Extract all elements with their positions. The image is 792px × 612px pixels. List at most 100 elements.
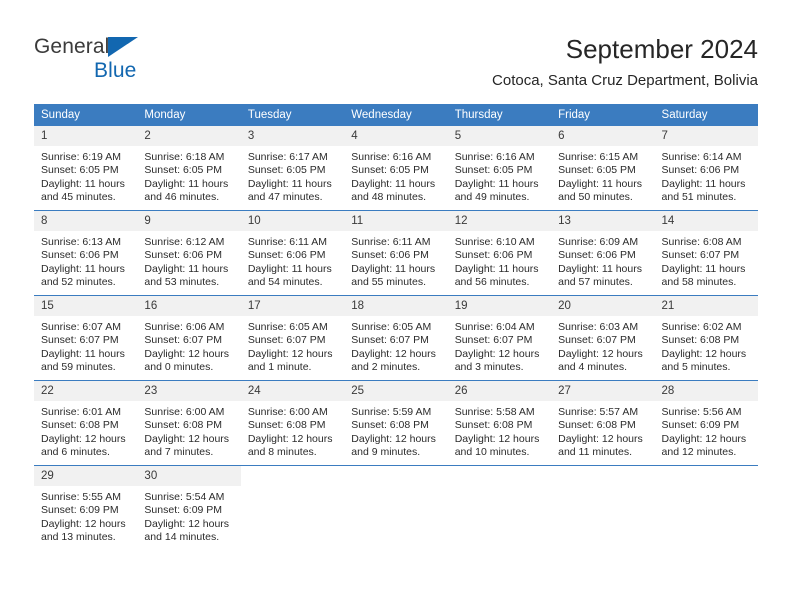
- daylight-text-line2: and 54 minutes.: [247, 276, 323, 289]
- day-number: 6: [551, 126, 655, 146]
- general-blue-logo[interactable]: General Blue: [34, 36, 234, 88]
- day-number: 18: [344, 296, 448, 316]
- daylight-text-line2: and 45 minutes.: [41, 191, 116, 204]
- calendar-day-cell[interactable]: 4 Sunrise: 6:16 AM Sunset: 6:05 PM Daylight…: [344, 126, 448, 211]
- sunset-text: Sunset: 6:08 PM: [351, 419, 429, 432]
- calendar-day-cell[interactable]: 28 Sunrise: 5:56 AM Sunset: 6:09 PM Dayligh…: [654, 380, 758, 466]
- sunrise-text: Sunrise: 6:07 AM: [41, 321, 121, 333]
- triangle-icon: [108, 37, 138, 57]
- day-details: Sunrise: 6:16 AM Sunset: 6:05 PM Daylight:…: [344, 146, 447, 205]
- calendar-day-cell[interactable]: 10 Sunrise: 6:11 AM Sunset: 6:06 PM Dayligh…: [240, 210, 345, 296]
- daylight-text-line1: Daylight: 11 hours: [558, 262, 642, 275]
- day-number: 22: [34, 381, 138, 401]
- sunrise-text: Sunrise: 6:15 AM: [558, 151, 639, 163]
- calendar-week-row: 8 Sunrise: 6:13 AM Sunset: 6:06 PM Daylight…: [34, 210, 758, 296]
- page-header: General Blue September 2024 Cotoca, Sant…: [0, 0, 792, 100]
- weekday-header-monday: Monday: [137, 104, 241, 126]
- sunrise-text: Sunrise: 6:14 AM: [661, 151, 742, 163]
- daylight-text-line1: Daylight: 12 hours: [144, 347, 230, 360]
- daylight-text-line2: and 57 minutes.: [558, 276, 633, 289]
- daylight-text-line1: Daylight: 11 hours: [41, 347, 125, 360]
- day-details: Sunrise: 6:13 AM Sunset: 6:06 PM Daylight:…: [34, 231, 137, 290]
- logo-text-general-row: General: [34, 36, 234, 59]
- sunrise-text: Sunrise: 6:13 AM: [41, 236, 121, 248]
- calendar-day-cell[interactable]: 24 Sunrise: 6:00 AM Sunset: 6:08 PM Dayligh…: [240, 380, 345, 466]
- daylight-text-line2: and 59 minutes.: [41, 361, 116, 374]
- calendar-day-cell[interactable]: 13 Sunrise: 6:09 AM Sunset: 6:06 PM Dayligh…: [551, 210, 655, 296]
- calendar-week-row: 22 Sunrise: 6:01 AM Sunset: 6:08 PM Dayligh…: [34, 380, 758, 466]
- calendar-day-cell[interactable]: 30 Sunrise: 5:54 AM Sunset: 6:09 PM Dayligh…: [137, 465, 241, 550]
- day-details: Sunrise: 6:06 AM Sunset: 6:07 PM Daylight:…: [137, 316, 240, 375]
- day-details: Sunrise: 6:00 AM Sunset: 6:08 PM Daylight:…: [137, 401, 240, 460]
- calendar-day-cell[interactable]: 25 Sunrise: 5:59 AM Sunset: 6:08 PM Dayligh…: [344, 380, 448, 466]
- calendar-day-cell[interactable]: 14 Sunrise: 6:08 AM Sunset: 6:07 PM Dayligh…: [654, 210, 758, 296]
- calendar-day-cell[interactable]: 22 Sunrise: 6:01 AM Sunset: 6:08 PM Dayligh…: [34, 380, 138, 466]
- sunset-text: Sunset: 6:05 PM: [454, 164, 533, 177]
- daylight-text-line1: Daylight: 12 hours: [454, 347, 540, 360]
- daylight-text-line2: and 13 minutes.: [41, 531, 116, 544]
- calendar-day-cell[interactable]: 16 Sunrise: 6:06 AM Sunset: 6:07 PM Dayligh…: [137, 295, 241, 381]
- sunrise-text: Sunrise: 6:12 AM: [144, 236, 225, 248]
- daylight-text-line2: and 2 minutes.: [351, 361, 421, 374]
- weekday-header-friday: Friday: [551, 104, 655, 126]
- day-details: Sunrise: 5:54 AM Sunset: 6:09 PM Daylight:…: [137, 486, 240, 545]
- sunset-text: Sunset: 6:06 PM: [41, 249, 119, 262]
- sunset-text: Sunset: 6:05 PM: [247, 164, 326, 177]
- calendar-day-cell[interactable]: 1 Sunrise: 6:19 AM Sunset: 6:05 PM Daylight…: [34, 126, 138, 211]
- daylight-text-line1: Daylight: 11 hours: [247, 262, 332, 275]
- sunset-text: Sunset: 6:05 PM: [144, 164, 223, 177]
- calendar-day-cell[interactable]: 8 Sunrise: 6:13 AM Sunset: 6:06 PM Daylight…: [34, 210, 138, 296]
- calendar-week-row: 1 Sunrise: 6:19 AM Sunset: 6:05 PM Daylight…: [34, 126, 758, 211]
- day-details: Sunrise: 6:11 AM Sunset: 6:06 PM Daylight:…: [344, 231, 447, 290]
- calendar-day-cell[interactable]: 7 Sunrise: 6:14 AM Sunset: 6:06 PM Daylight…: [654, 126, 758, 211]
- sunrise-text: Sunrise: 5:59 AM: [351, 406, 432, 418]
- daylight-text-line1: Daylight: 12 hours: [144, 432, 230, 445]
- sunrise-text: Sunrise: 6:08 AM: [661, 236, 742, 248]
- sunset-text: Sunset: 6:07 PM: [351, 334, 429, 347]
- sunset-text: Sunset: 6:06 PM: [247, 249, 326, 262]
- calendar-day-cell[interactable]: 5 Sunrise: 6:16 AM Sunset: 6:05 PM Daylight…: [447, 126, 552, 211]
- calendar-cell-empty: [654, 465, 758, 550]
- calendar-day-cell[interactable]: 2 Sunrise: 6:18 AM Sunset: 6:05 PM Daylight…: [137, 126, 241, 211]
- calendar-day-cell[interactable]: 18 Sunrise: 6:05 AM Sunset: 6:07 PM Dayligh…: [344, 295, 448, 381]
- day-details: Sunrise: 6:16 AM Sunset: 6:05 PM Daylight:…: [448, 146, 551, 205]
- calendar-day-cell[interactable]: 11 Sunrise: 6:11 AM Sunset: 6:06 PM Dayligh…: [344, 210, 448, 296]
- daylight-text-line2: and 3 minutes.: [454, 361, 524, 374]
- daylight-text-line2: and 58 minutes.: [661, 276, 737, 289]
- calendar-day-cell[interactable]: 23 Sunrise: 6:00 AM Sunset: 6:08 PM Dayligh…: [137, 380, 241, 466]
- calendar-day-cell[interactable]: 29 Sunrise: 5:55 AM Sunset: 6:09 PM Dayligh…: [34, 465, 138, 550]
- day-number: 10: [240, 211, 345, 231]
- day-details: Sunrise: 6:11 AM Sunset: 6:06 PM Daylight:…: [241, 231, 344, 290]
- day-details: Sunrise: 6:05 AM Sunset: 6:07 PM Daylight:…: [241, 316, 344, 375]
- calendar-day-cell[interactable]: 9 Sunrise: 6:12 AM Sunset: 6:06 PM Daylight…: [137, 210, 241, 296]
- daylight-text-line2: and 4 minutes.: [558, 361, 627, 374]
- sunset-text: Sunset: 6:05 PM: [351, 164, 429, 177]
- day-number: 19: [447, 296, 552, 316]
- day-number: 15: [34, 296, 138, 316]
- calendar-day-cell[interactable]: 15 Sunrise: 6:07 AM Sunset: 6:07 PM Dayligh…: [34, 295, 138, 381]
- day-details: Sunrise: 6:07 AM Sunset: 6:07 PM Daylight:…: [34, 316, 137, 375]
- sunset-text: Sunset: 6:08 PM: [558, 419, 636, 432]
- calendar-day-cell[interactable]: 21 Sunrise: 6:02 AM Sunset: 6:08 PM Dayligh…: [654, 295, 758, 381]
- calendar-day-cell[interactable]: 19 Sunrise: 6:04 AM Sunset: 6:07 PM Dayligh…: [447, 295, 552, 381]
- calendar-day-cell[interactable]: 26 Sunrise: 5:58 AM Sunset: 6:08 PM Dayligh…: [447, 380, 552, 466]
- calendar-day-cell[interactable]: 3 Sunrise: 6:17 AM Sunset: 6:05 PM Daylight…: [240, 126, 345, 211]
- calendar-cell-empty: [240, 465, 345, 550]
- day-number: 14: [654, 211, 758, 231]
- calendar-day-cell[interactable]: 20 Sunrise: 6:03 AM Sunset: 6:07 PM Dayligh…: [551, 295, 655, 381]
- calendar-day-cell[interactable]: 27 Sunrise: 5:57 AM Sunset: 6:08 PM Dayligh…: [551, 380, 655, 466]
- title-block: September 2024 Cotoca, Santa Cruz Depart…: [492, 33, 758, 90]
- calendar-cell-empty: [447, 465, 552, 550]
- calendar-day-cell[interactable]: 6 Sunrise: 6:15 AM Sunset: 6:05 PM Daylight…: [551, 126, 655, 211]
- weekday-header-sunday: Sunday: [34, 104, 138, 126]
- calendar-day-cell[interactable]: 12 Sunrise: 6:10 AM Sunset: 6:06 PM Dayligh…: [447, 210, 552, 296]
- sunrise-text: Sunrise: 6:01 AM: [41, 406, 121, 418]
- daylight-text-line1: Daylight: 11 hours: [661, 262, 746, 275]
- sunrise-text: Sunrise: 6:18 AM: [144, 151, 225, 163]
- calendar-day-cell[interactable]: 17 Sunrise: 6:05 AM Sunset: 6:07 PM Dayligh…: [240, 295, 345, 381]
- daylight-text-line1: Daylight: 12 hours: [661, 347, 747, 360]
- logo-text-blue: Blue: [94, 59, 137, 82]
- daylight-text-line1: Daylight: 11 hours: [144, 177, 229, 190]
- daylight-text-line2: and 0 minutes.: [144, 361, 214, 374]
- day-number: 8: [34, 211, 138, 231]
